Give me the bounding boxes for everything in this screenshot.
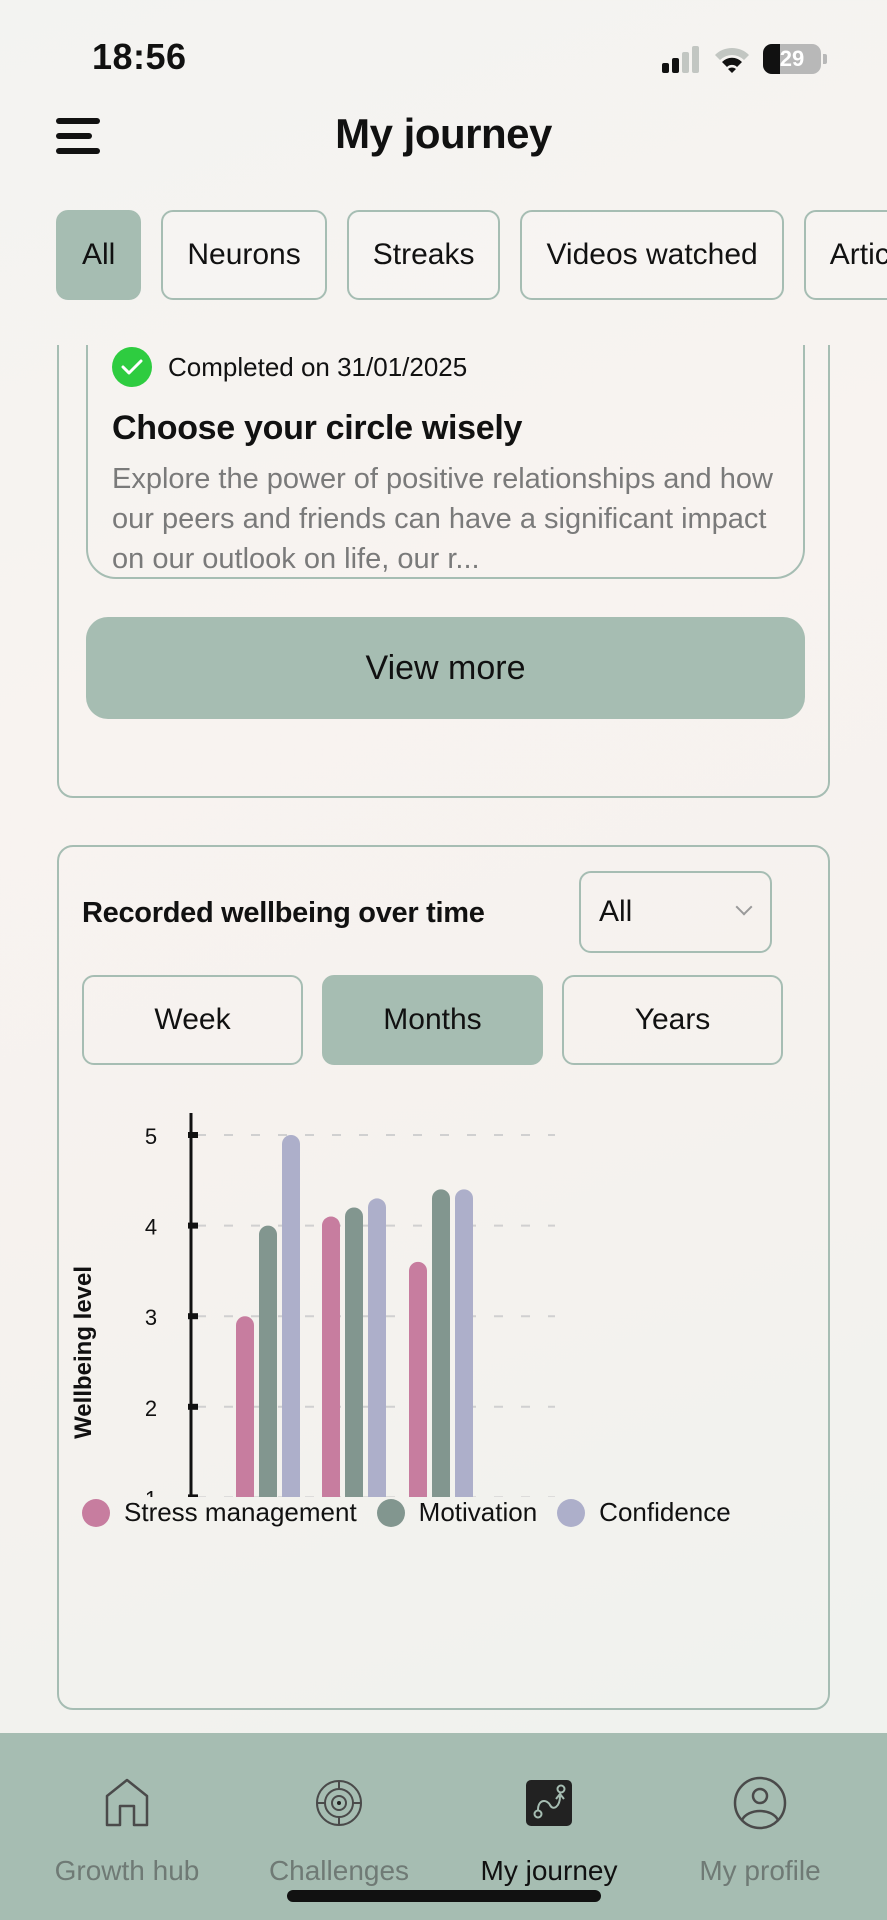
completed-date: Completed on 31/01/2025 bbox=[168, 351, 468, 382]
completed-row: Completed on 31/01/2025 bbox=[112, 347, 467, 387]
home-icon bbox=[97, 1773, 157, 1833]
chip-label: All bbox=[82, 238, 116, 271]
nav-label: My profile bbox=[699, 1855, 821, 1886]
filter-chip-neurons[interactable]: Neurons bbox=[161, 210, 327, 300]
activity-description: Explore the power of positive relationsh… bbox=[112, 463, 773, 575]
battery-fill bbox=[763, 44, 780, 74]
filter-chip-videos-watched[interactable]: Videos watched bbox=[520, 210, 784, 300]
page-title: My journey bbox=[335, 110, 552, 157]
nav-label: Challenges bbox=[268, 1855, 410, 1886]
bar-stress-management bbox=[236, 1316, 254, 1497]
scroll-content[interactable]: Completed on 31/01/2025 Choose your circ… bbox=[0, 345, 887, 1735]
nav-my-profile[interactable]: My profile bbox=[660, 1773, 860, 1887]
legend-swatch bbox=[557, 1498, 586, 1527]
wifi-icon bbox=[715, 47, 749, 73]
legend-item: Stress management bbox=[82, 1497, 357, 1528]
nav-challenges[interactable]: Challenges bbox=[239, 1773, 439, 1887]
wellbeing-chart-card: Recorded wellbeing over time All Week Mo… bbox=[57, 845, 830, 1710]
bar-stress-management bbox=[409, 1261, 427, 1497]
legend-item: Confidence bbox=[557, 1497, 731, 1528]
filter-chip-streaks[interactable]: Streaks bbox=[346, 210, 501, 300]
nav-my-journey[interactable]: My journey bbox=[449, 1773, 649, 1887]
header: My journey bbox=[0, 100, 887, 180]
wellbeing-bar-chart: 012345Wellbeing level12/2401/2502/25 bbox=[70, 1113, 555, 1497]
view-more-button[interactable]: View more bbox=[86, 617, 805, 719]
battery-icon: 29 bbox=[763, 44, 821, 74]
status-bar: 18:56 29 bbox=[0, 0, 887, 110]
nav-growth-hub[interactable]: Growth hub bbox=[27, 1773, 227, 1887]
bar-confidence bbox=[282, 1135, 300, 1497]
y-tick-label: 3 bbox=[145, 1305, 157, 1330]
activity-card-group: Completed on 31/01/2025 Choose your circ… bbox=[57, 345, 830, 798]
chip-label: Streaks bbox=[372, 238, 475, 271]
y-axis-label: Wellbeing level bbox=[70, 1266, 97, 1439]
chart-legend: Stress management Motivation Confidence bbox=[82, 1497, 751, 1528]
nav-label: My journey bbox=[480, 1855, 618, 1886]
y-tick-label: 5 bbox=[145, 1124, 157, 1149]
y-tick-label: 4 bbox=[145, 1215, 157, 1240]
chip-label: Neurons bbox=[187, 238, 301, 271]
chip-label: Articles bbox=[829, 238, 887, 271]
activity-title: Choose your circle wisely bbox=[112, 409, 523, 447]
legend-label: Motivation bbox=[418, 1497, 538, 1527]
bar-motivation bbox=[259, 1225, 277, 1497]
signal-icon bbox=[662, 46, 699, 73]
activity-card[interactable]: Completed on 31/01/2025 Choose your circ… bbox=[86, 345, 805, 579]
target-icon bbox=[309, 1773, 369, 1833]
y-tick-label: 1 bbox=[145, 1486, 157, 1497]
check-circle-icon bbox=[112, 347, 152, 387]
nav-label: Growth hub bbox=[54, 1855, 200, 1886]
filter-chip-all[interactable]: All bbox=[56, 210, 142, 300]
legend-item: Motivation bbox=[376, 1497, 538, 1528]
battery-level: 29 bbox=[779, 46, 805, 71]
legend-swatch bbox=[376, 1498, 405, 1527]
journey-path-icon bbox=[519, 1773, 579, 1833]
status-icons: 29 bbox=[661, 44, 827, 74]
bar-stress-management bbox=[322, 1216, 340, 1497]
bar-confidence bbox=[455, 1189, 473, 1497]
battery-tip bbox=[823, 54, 827, 64]
legend-swatch bbox=[82, 1498, 110, 1527]
y-tick-label: 2 bbox=[145, 1396, 157, 1421]
profile-icon bbox=[730, 1773, 790, 1833]
bar-motivation bbox=[345, 1207, 363, 1497]
view-more-label: View more bbox=[365, 648, 526, 687]
filter-chips: All Neurons Streaks Videos watched Artic… bbox=[56, 210, 887, 300]
filter-chip-articles[interactable]: Articles bbox=[803, 210, 887, 300]
bar-confidence bbox=[368, 1198, 386, 1497]
legend-label: Stress management bbox=[124, 1497, 357, 1527]
bar-motivation bbox=[432, 1189, 450, 1497]
home-indicator bbox=[287, 1890, 601, 1902]
legend-label: Confidence bbox=[599, 1497, 731, 1527]
status-time: 18:56 bbox=[92, 36, 187, 77]
chip-label: Videos watched bbox=[546, 238, 758, 271]
